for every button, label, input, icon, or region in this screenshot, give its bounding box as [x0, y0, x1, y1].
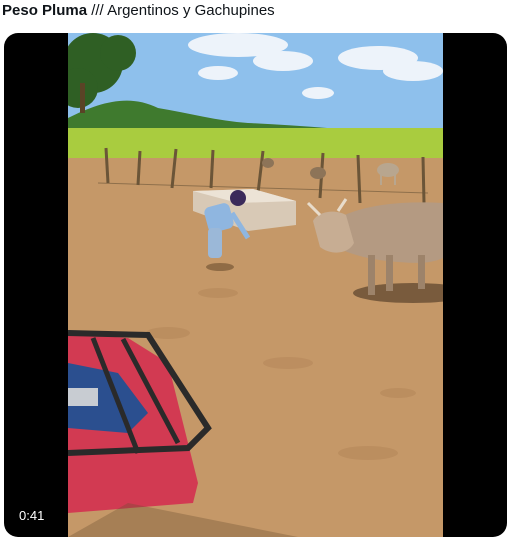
author-name[interactable]: Peso Pluma [2, 2, 87, 19]
video-player[interactable]: 0:41 [4, 33, 507, 537]
tweet-body: Argentinos y Gachupines [107, 2, 275, 19]
video-frame[interactable] [68, 33, 443, 537]
separator: /// [91, 2, 104, 19]
video-duration: 0:41 [19, 508, 45, 523]
tweet-text: Peso Pluma /// Argentinos y Gachupines [2, 2, 275, 20]
